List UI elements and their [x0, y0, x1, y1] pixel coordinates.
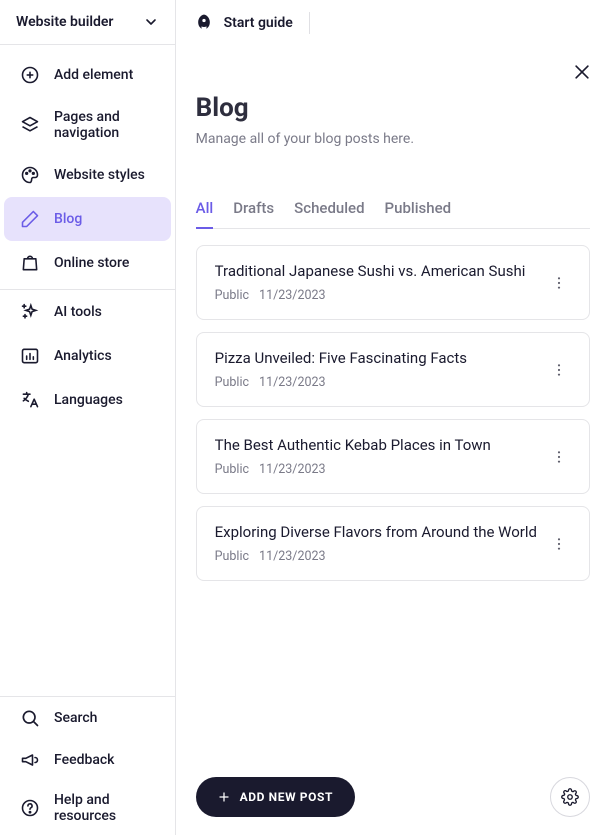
more-vertical-icon[interactable]	[547, 445, 571, 469]
post-date: 11/23/2023	[259, 375, 326, 390]
sparkles-icon	[20, 302, 40, 322]
tab-all[interactable]: All	[196, 199, 214, 229]
sidebar-header[interactable]: Website builder	[0, 0, 175, 45]
bar-chart-icon	[20, 346, 40, 366]
more-vertical-icon[interactable]	[547, 358, 571, 382]
sidebar-item-label: Search	[54, 710, 97, 726]
sidebar-item-analytics[interactable]: Analytics	[4, 334, 171, 378]
post-date: 11/23/2023	[259, 549, 326, 564]
tabs: All Drafts Scheduled Published	[196, 199, 590, 229]
sidebar-item-styles[interactable]: Website styles	[4, 153, 171, 197]
sidebar-item-label: Blog	[54, 211, 82, 227]
start-guide-link[interactable]: Start guide	[224, 15, 293, 31]
sidebar-item-label: Website styles	[54, 167, 145, 183]
close-button[interactable]	[572, 62, 592, 82]
sidebar: Website builder Add element Pages and na…	[0, 0, 176, 835]
pencil-icon	[20, 209, 40, 229]
post-date: 11/23/2023	[259, 288, 326, 303]
topbar-divider	[309, 12, 310, 34]
post-date: 11/23/2023	[259, 462, 326, 477]
post-card[interactable]: Traditional Japanese Sushi vs. American …	[196, 245, 590, 320]
post-title: Pizza Unveiled: Five Fascinating Facts	[215, 349, 537, 367]
main-panel: Start guide Blog Manage all of your blog…	[176, 0, 610, 835]
sidebar-item-label: Feedback	[54, 752, 114, 768]
shopping-bag-icon	[20, 253, 40, 273]
gear-icon	[561, 788, 579, 806]
sidebar-item-label: Online store	[54, 255, 129, 271]
more-vertical-icon[interactable]	[547, 271, 571, 295]
sidebar-item-label: Analytics	[54, 348, 112, 364]
search-icon	[20, 708, 40, 728]
settings-button[interactable]	[550, 777, 590, 817]
sidebar-item-store[interactable]: Online store	[4, 241, 171, 285]
sidebar-item-label: Pages and navigation	[54, 109, 155, 141]
post-status: Public	[215, 288, 249, 303]
sidebar-item-help[interactable]: Help and resources	[4, 781, 171, 835]
posts-list: Traditional Japanese Sushi vs. American …	[196, 245, 590, 581]
layers-icon	[20, 115, 40, 135]
add-new-post-button[interactable]: ADD NEW POST	[196, 777, 355, 817]
translate-icon	[20, 390, 40, 410]
chevron-down-icon	[143, 14, 159, 30]
post-card[interactable]: The Best Authentic Kebab Places in Town …	[196, 419, 590, 494]
sidebar-item-label: Languages	[54, 392, 123, 408]
add-new-post-label: ADD NEW POST	[240, 790, 333, 804]
sidebar-item-label: AI tools	[54, 304, 102, 320]
sidebar-item-search[interactable]: Search	[4, 697, 171, 739]
tab-drafts[interactable]: Drafts	[233, 199, 274, 228]
sidebar-item-label: Help and resources	[54, 792, 155, 824]
more-vertical-icon[interactable]	[547, 532, 571, 556]
page-subtitle: Manage all of your blog posts here.	[196, 131, 590, 147]
page-title: Blog	[196, 93, 590, 123]
palette-icon	[20, 165, 40, 185]
sidebar-item-label: Add element	[54, 67, 133, 83]
help-circle-icon	[20, 798, 40, 818]
sidebar-footer: Search Feedback Help and resources	[0, 696, 175, 835]
sidebar-item-pages[interactable]: Pages and navigation	[4, 97, 171, 153]
topbar: Start guide	[176, 0, 610, 45]
sidebar-item-blog[interactable]: Blog	[4, 197, 171, 241]
post-card[interactable]: Exploring Diverse Flavors from Around th…	[196, 506, 590, 581]
plus-circle-icon	[20, 65, 40, 85]
post-title: Traditional Japanese Sushi vs. American …	[215, 262, 537, 280]
post-status: Public	[215, 549, 249, 564]
post-card[interactable]: Pizza Unveiled: Five Fascinating Facts P…	[196, 332, 590, 407]
sidebar-nav: Add element Pages and navigation Website…	[0, 45, 175, 696]
content-area: Blog Manage all of your blog posts here.…	[176, 45, 610, 835]
post-status: Public	[215, 462, 249, 477]
sidebar-item-languages[interactable]: Languages	[4, 378, 171, 422]
tab-published[interactable]: Published	[385, 199, 452, 228]
sidebar-item-feedback[interactable]: Feedback	[4, 739, 171, 781]
rocket-icon	[194, 13, 214, 33]
plus-icon	[218, 791, 230, 803]
post-status: Public	[215, 375, 249, 390]
post-title: The Best Authentic Kebab Places in Town	[215, 436, 537, 454]
sidebar-item-ai-tools[interactable]: AI tools	[4, 290, 171, 334]
post-title: Exploring Diverse Flavors from Around th…	[215, 523, 537, 541]
sidebar-item-add-element[interactable]: Add element	[4, 53, 171, 97]
tab-scheduled[interactable]: Scheduled	[294, 199, 364, 228]
megaphone-icon	[20, 750, 40, 770]
sidebar-title: Website builder	[16, 14, 113, 30]
